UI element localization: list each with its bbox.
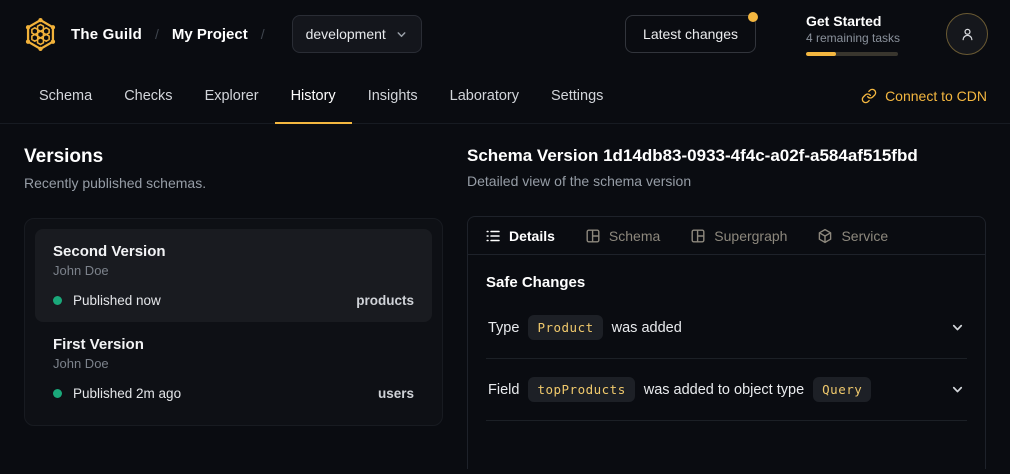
- connect-cdn-label: Connect to CDN: [885, 88, 987, 104]
- version-status: Published now: [73, 293, 161, 308]
- detail-tabs: Details Schema Supergraph Service: [468, 217, 985, 255]
- breadcrumb-project[interactable]: My Project: [172, 26, 248, 43]
- change-text: was added to object type: [644, 382, 804, 398]
- list-icon: [485, 228, 501, 244]
- target-selected-value: development: [306, 26, 386, 42]
- breadcrumb-separator: /: [155, 26, 159, 42]
- published-status-dot: [53, 296, 62, 305]
- main-nav: SchemaChecksExplorerHistoryInsightsLabor…: [0, 68, 1010, 124]
- tab-explorer[interactable]: Explorer: [189, 68, 275, 123]
- chevron-down-icon[interactable]: [950, 320, 965, 335]
- cube-icon: [817, 228, 833, 244]
- detail-content: Safe Changes Type Product was added Fieldto…: [468, 255, 985, 421]
- change-text: Type: [488, 320, 519, 336]
- version-name: Second Version: [53, 243, 414, 260]
- hive-logo-icon: [22, 16, 59, 53]
- version-author: John Doe: [53, 263, 414, 278]
- detail-tab-label: Supergraph: [714, 228, 787, 244]
- code-badge: Query: [813, 377, 871, 402]
- versions-title: Versions: [24, 146, 443, 168]
- notification-dot: [748, 12, 758, 22]
- get-started-title: Get Started: [806, 13, 898, 29]
- version-author: John Doe: [53, 356, 414, 371]
- changes-list: Type Product was added Field topProducts was …: [486, 297, 967, 421]
- change-row[interactable]: Field topProducts was added to object type…: [486, 359, 967, 421]
- change-text: was added: [612, 320, 682, 336]
- get-started-progress-fill: [806, 52, 836, 56]
- chevron-down-icon[interactable]: [950, 382, 965, 397]
- version-list: Second Version John Doe Published now produ…: [24, 218, 443, 426]
- detail-tab-schema[interactable]: Schema: [585, 228, 660, 244]
- code-badge: Product: [528, 315, 602, 340]
- tab-insights[interactable]: Insights: [352, 68, 434, 123]
- detail-tab-supergraph[interactable]: Supergraph: [690, 228, 787, 244]
- safe-changes-title: Safe Changes: [486, 274, 967, 291]
- schema-version-title: Schema Version 1d14db83-0933-4f4c-a02f-a…: [467, 146, 986, 166]
- tab-settings[interactable]: Settings: [535, 68, 619, 123]
- tab-checks[interactable]: Checks: [108, 68, 188, 123]
- org-name[interactable]: The Guild: [71, 26, 142, 43]
- version-card[interactable]: Second Version John Doe Published now produ…: [35, 229, 432, 322]
- breadcrumb-separator: /: [261, 26, 265, 42]
- schema-version-subtitle: Detailed view of the schema version: [467, 173, 986, 189]
- change-row[interactable]: Type Product was added: [486, 297, 967, 359]
- version-card[interactable]: First Version John Doe Published 2m ago use…: [35, 322, 432, 415]
- columns-icon: [690, 228, 706, 244]
- user-avatar[interactable]: [946, 13, 988, 55]
- latest-changes-button[interactable]: Latest changes: [625, 15, 756, 53]
- detail-tab-details[interactable]: Details: [485, 228, 555, 244]
- nav-tabs: SchemaChecksExplorerHistoryInsightsLabor…: [23, 68, 619, 123]
- schema-version-panel: Schema Version 1d14db83-0933-4f4c-a02f-a…: [467, 146, 986, 474]
- versions-panel: Versions Recently published schemas. Sec…: [24, 146, 443, 474]
- version-name: First Version: [53, 336, 414, 353]
- detail-tab-label: Details: [509, 228, 555, 244]
- main-content: Versions Recently published schemas. Sec…: [0, 124, 1010, 474]
- tab-schema[interactable]: Schema: [23, 68, 108, 123]
- brand[interactable]: The Guild: [22, 16, 142, 53]
- versions-subtitle: Recently published schemas.: [24, 175, 443, 191]
- service-name-badge: products: [356, 293, 414, 308]
- change-text: Field: [488, 382, 519, 398]
- chevron-down-icon: [395, 28, 408, 41]
- published-status-dot: [53, 389, 62, 398]
- schema-version-detail-box: Details Schema Supergraph Service Safe Chan…: [467, 216, 986, 469]
- app-header: The Guild / My Project / development Lat…: [0, 0, 1010, 68]
- version-status-row: Published 2m ago users: [53, 386, 414, 401]
- connect-cdn-link[interactable]: Connect to CDN: [861, 68, 987, 123]
- tab-history[interactable]: History: [275, 68, 352, 123]
- version-status-row: Published now products: [53, 293, 414, 308]
- tab-laboratory[interactable]: Laboratory: [434, 68, 535, 123]
- get-started-subtitle: 4 remaining tasks: [806, 31, 898, 45]
- detail-tab-label: Schema: [609, 228, 660, 244]
- user-icon: [958, 25, 977, 44]
- detail-tab-label: Service: [841, 228, 888, 244]
- get-started-progressbar: [806, 52, 898, 56]
- code-badge: topProducts: [528, 377, 634, 402]
- service-name-badge: users: [378, 386, 414, 401]
- target-selector[interactable]: development: [292, 15, 422, 53]
- get-started-widget[interactable]: Get Started 4 remaining tasks: [806, 13, 898, 56]
- link-icon: [861, 88, 877, 104]
- columns-icon: [585, 228, 601, 244]
- version-status: Published 2m ago: [73, 386, 181, 401]
- detail-tab-service[interactable]: Service: [817, 228, 888, 244]
